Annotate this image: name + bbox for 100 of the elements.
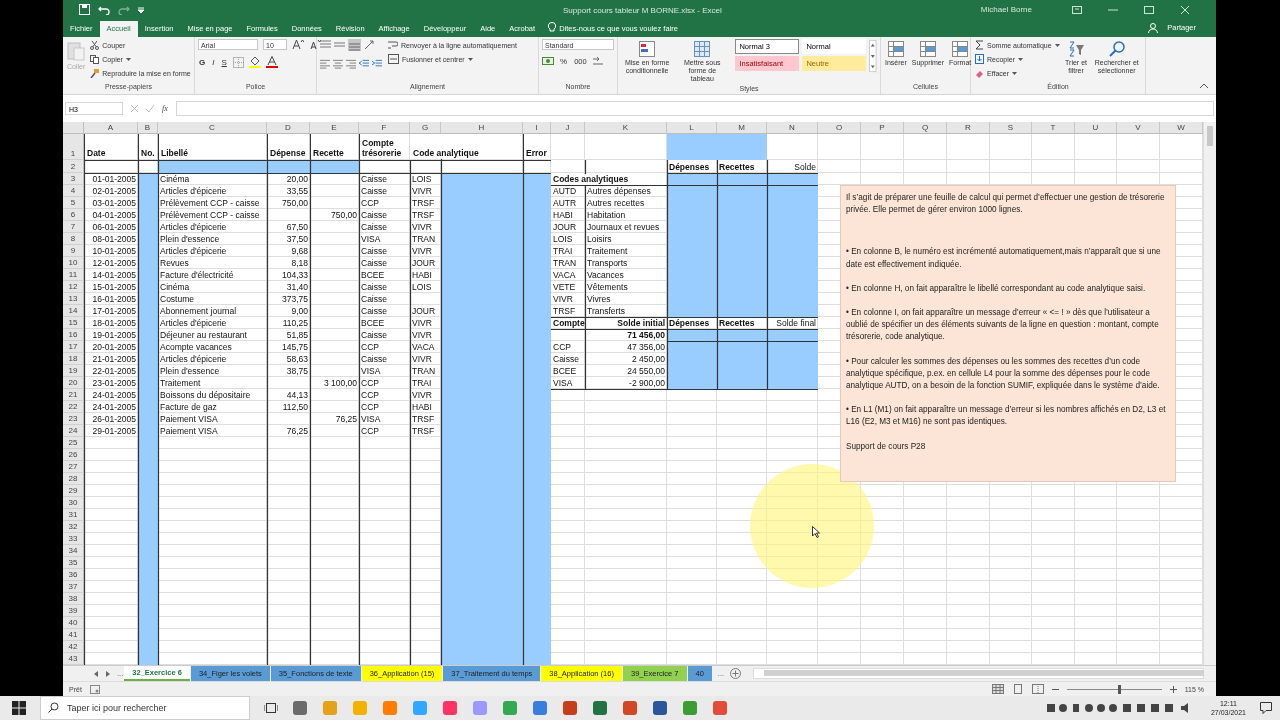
- wrap-text-icon: [388, 40, 398, 51]
- vertical-scrollbar[interactable]: [1203, 121, 1216, 665]
- app-icon[interactable]: [652, 700, 668, 716]
- column-header[interactable]: N: [767, 121, 818, 134]
- column-header[interactable]: H: [441, 121, 523, 134]
- check-icon[interactable]: [146, 104, 154, 112]
- orientation-icon[interactable]: [364, 40, 376, 51]
- table-icon: [887, 41, 904, 58]
- app-icon[interactable]: [682, 700, 698, 716]
- close-icon[interactable]: [1180, 5, 1190, 14]
- page-break-icon[interactable]: [1031, 684, 1044, 695]
- row-header[interactable]: 1: [63, 133, 84, 160]
- align-right-icon[interactable]: [346, 59, 356, 70]
- column-header[interactable]: P: [861, 121, 904, 134]
- grow-font-icon[interactable]: [292, 39, 304, 51]
- windows-start-icon[interactable]: [12, 701, 26, 715]
- column-header[interactable]: B: [138, 121, 158, 134]
- italic-button[interactable]: I: [211, 57, 216, 67]
- table-cell-text: BCEE: [360, 317, 386, 329]
- column-header[interactable]: M: [717, 121, 767, 134]
- column-header[interactable]: U: [1075, 121, 1117, 134]
- app-icon[interactable]: [622, 700, 638, 716]
- column-title: Solde initial: [616, 317, 666, 329]
- table-cell-text: Paiement VISA: [159, 413, 219, 425]
- column-header[interactable]: F: [359, 121, 410, 134]
- maximize-icon[interactable]: [1144, 5, 1154, 14]
- align-center-icon[interactable]: [333, 59, 343, 70]
- previous-sheet-icon[interactable]: [93, 670, 99, 677]
- column-header[interactable]: A: [84, 121, 138, 134]
- save-icon[interactable]: [79, 4, 90, 16]
- page-layout-icon[interactable]: [1011, 684, 1024, 695]
- app-icon[interactable]: [532, 700, 548, 716]
- borders-icon[interactable]: [232, 56, 244, 68]
- font-color-icon[interactable]: [265, 56, 278, 69]
- ribbon-display-icon[interactable]: [1072, 5, 1082, 14]
- align-left-icon[interactable]: [320, 59, 330, 70]
- note-text: Support de cours P28: [846, 440, 927, 453]
- table-cell-text: Déjeuner au restaurant: [159, 329, 248, 341]
- collapse-ribbon-icon[interactable]: [1200, 83, 1208, 89]
- table-icon: [694, 41, 711, 58]
- horizontal-scrollbar[interactable]: [753, 668, 1204, 680]
- eraser-icon: [975, 68, 984, 78]
- table-cell-text: Caisse: [360, 185, 388, 197]
- column-header[interactable]: C: [158, 121, 267, 134]
- align-bottom-icon[interactable]: [348, 39, 361, 52]
- table-cell-text: 03-01-2005: [91, 197, 137, 209]
- column-title: Solde: [793, 161, 817, 173]
- table-cell-text: 76,25: [334, 413, 358, 425]
- column-header[interactable]: G: [410, 121, 441, 134]
- notification-icon[interactable]: [1260, 702, 1272, 714]
- fill-color-icon[interactable]: [248, 56, 261, 69]
- zoom-thumb[interactable]: [1117, 684, 1121, 694]
- column-header[interactable]: E: [310, 121, 359, 134]
- column-header[interactable]: V: [1117, 121, 1160, 134]
- column-header[interactable]: K: [585, 121, 667, 134]
- column-header[interactable]: J: [551, 121, 585, 134]
- column-header[interactable]: W: [1160, 121, 1203, 134]
- bold-button[interactable]: G: [198, 57, 207, 67]
- zoom-in-icon[interactable]: [1169, 685, 1177, 693]
- shrink-font-icon[interactable]: [309, 39, 321, 51]
- table-cell-text: 8,18: [290, 257, 309, 269]
- insert-function-button[interactable]: fx: [162, 103, 168, 113]
- window-title: Support cours tableur M BORNE.xlsx - Excel: [563, 6, 722, 15]
- table-cell-text: Traitement: [159, 377, 202, 389]
- currency-icon[interactable]: [542, 56, 554, 67]
- normal-view-icon[interactable]: [991, 684, 1004, 695]
- column-header[interactable]: S: [990, 121, 1032, 134]
- column-header[interactable]: O: [818, 121, 861, 134]
- underline-button[interactable]: S: [220, 57, 228, 67]
- taskbar-search-field[interactable]: Taper ici pour rechercher: [40, 696, 250, 720]
- column-header[interactable]: R: [947, 121, 990, 134]
- caret-icon: [1054, 43, 1060, 47]
- app-icon[interactable]: [562, 700, 578, 716]
- app-icon[interactable]: [592, 700, 608, 716]
- table-cell-text: VIVR: [411, 353, 433, 365]
- undo-icon[interactable]: [98, 4, 110, 15]
- gallery-scroll-icon[interactable]: [869, 39, 877, 74]
- table-cell-text: 31,40: [285, 281, 309, 293]
- column-header[interactable]: I: [523, 121, 551, 134]
- app-icon[interactable]: [502, 700, 518, 716]
- note-text: Il s’agit de préparer une feuille de calcul qui permet d’effectuer une gestion de trésorerie privée. Elle permet de gérer environ 1000 lignes.: [846, 191, 1166, 217]
- app-icon[interactable]: [292, 700, 308, 716]
- redo-icon[interactable]: [118, 4, 130, 15]
- app-icon[interactable]: [712, 700, 728, 716]
- column-header[interactable]: L: [667, 121, 717, 134]
- macro-record-icon[interactable]: [89, 684, 100, 694]
- next-sheet-icon[interactable]: [105, 670, 111, 677]
- add-sheet-icon[interactable]: [730, 668, 742, 680]
- task-view-icon[interactable]: [264, 702, 278, 714]
- column-title: Recettes: [718, 161, 756, 173]
- column-header[interactable]: Q: [904, 121, 947, 134]
- customize-caret-icon[interactable]: [138, 6, 144, 13]
- app-icon[interactable]: [442, 700, 458, 716]
- column-header[interactable]: D: [267, 121, 310, 134]
- column-title: Dépenses: [668, 317, 711, 329]
- percent-button[interactable]: %: [559, 56, 569, 66]
- column-header[interactable]: T: [1032, 121, 1075, 134]
- increase-decimal-icon[interactable]: [592, 56, 603, 67]
- user-name[interactable]: Michael Borne: [980, 5, 1032, 15]
- formula-input[interactable]: [175, 100, 1214, 116]
